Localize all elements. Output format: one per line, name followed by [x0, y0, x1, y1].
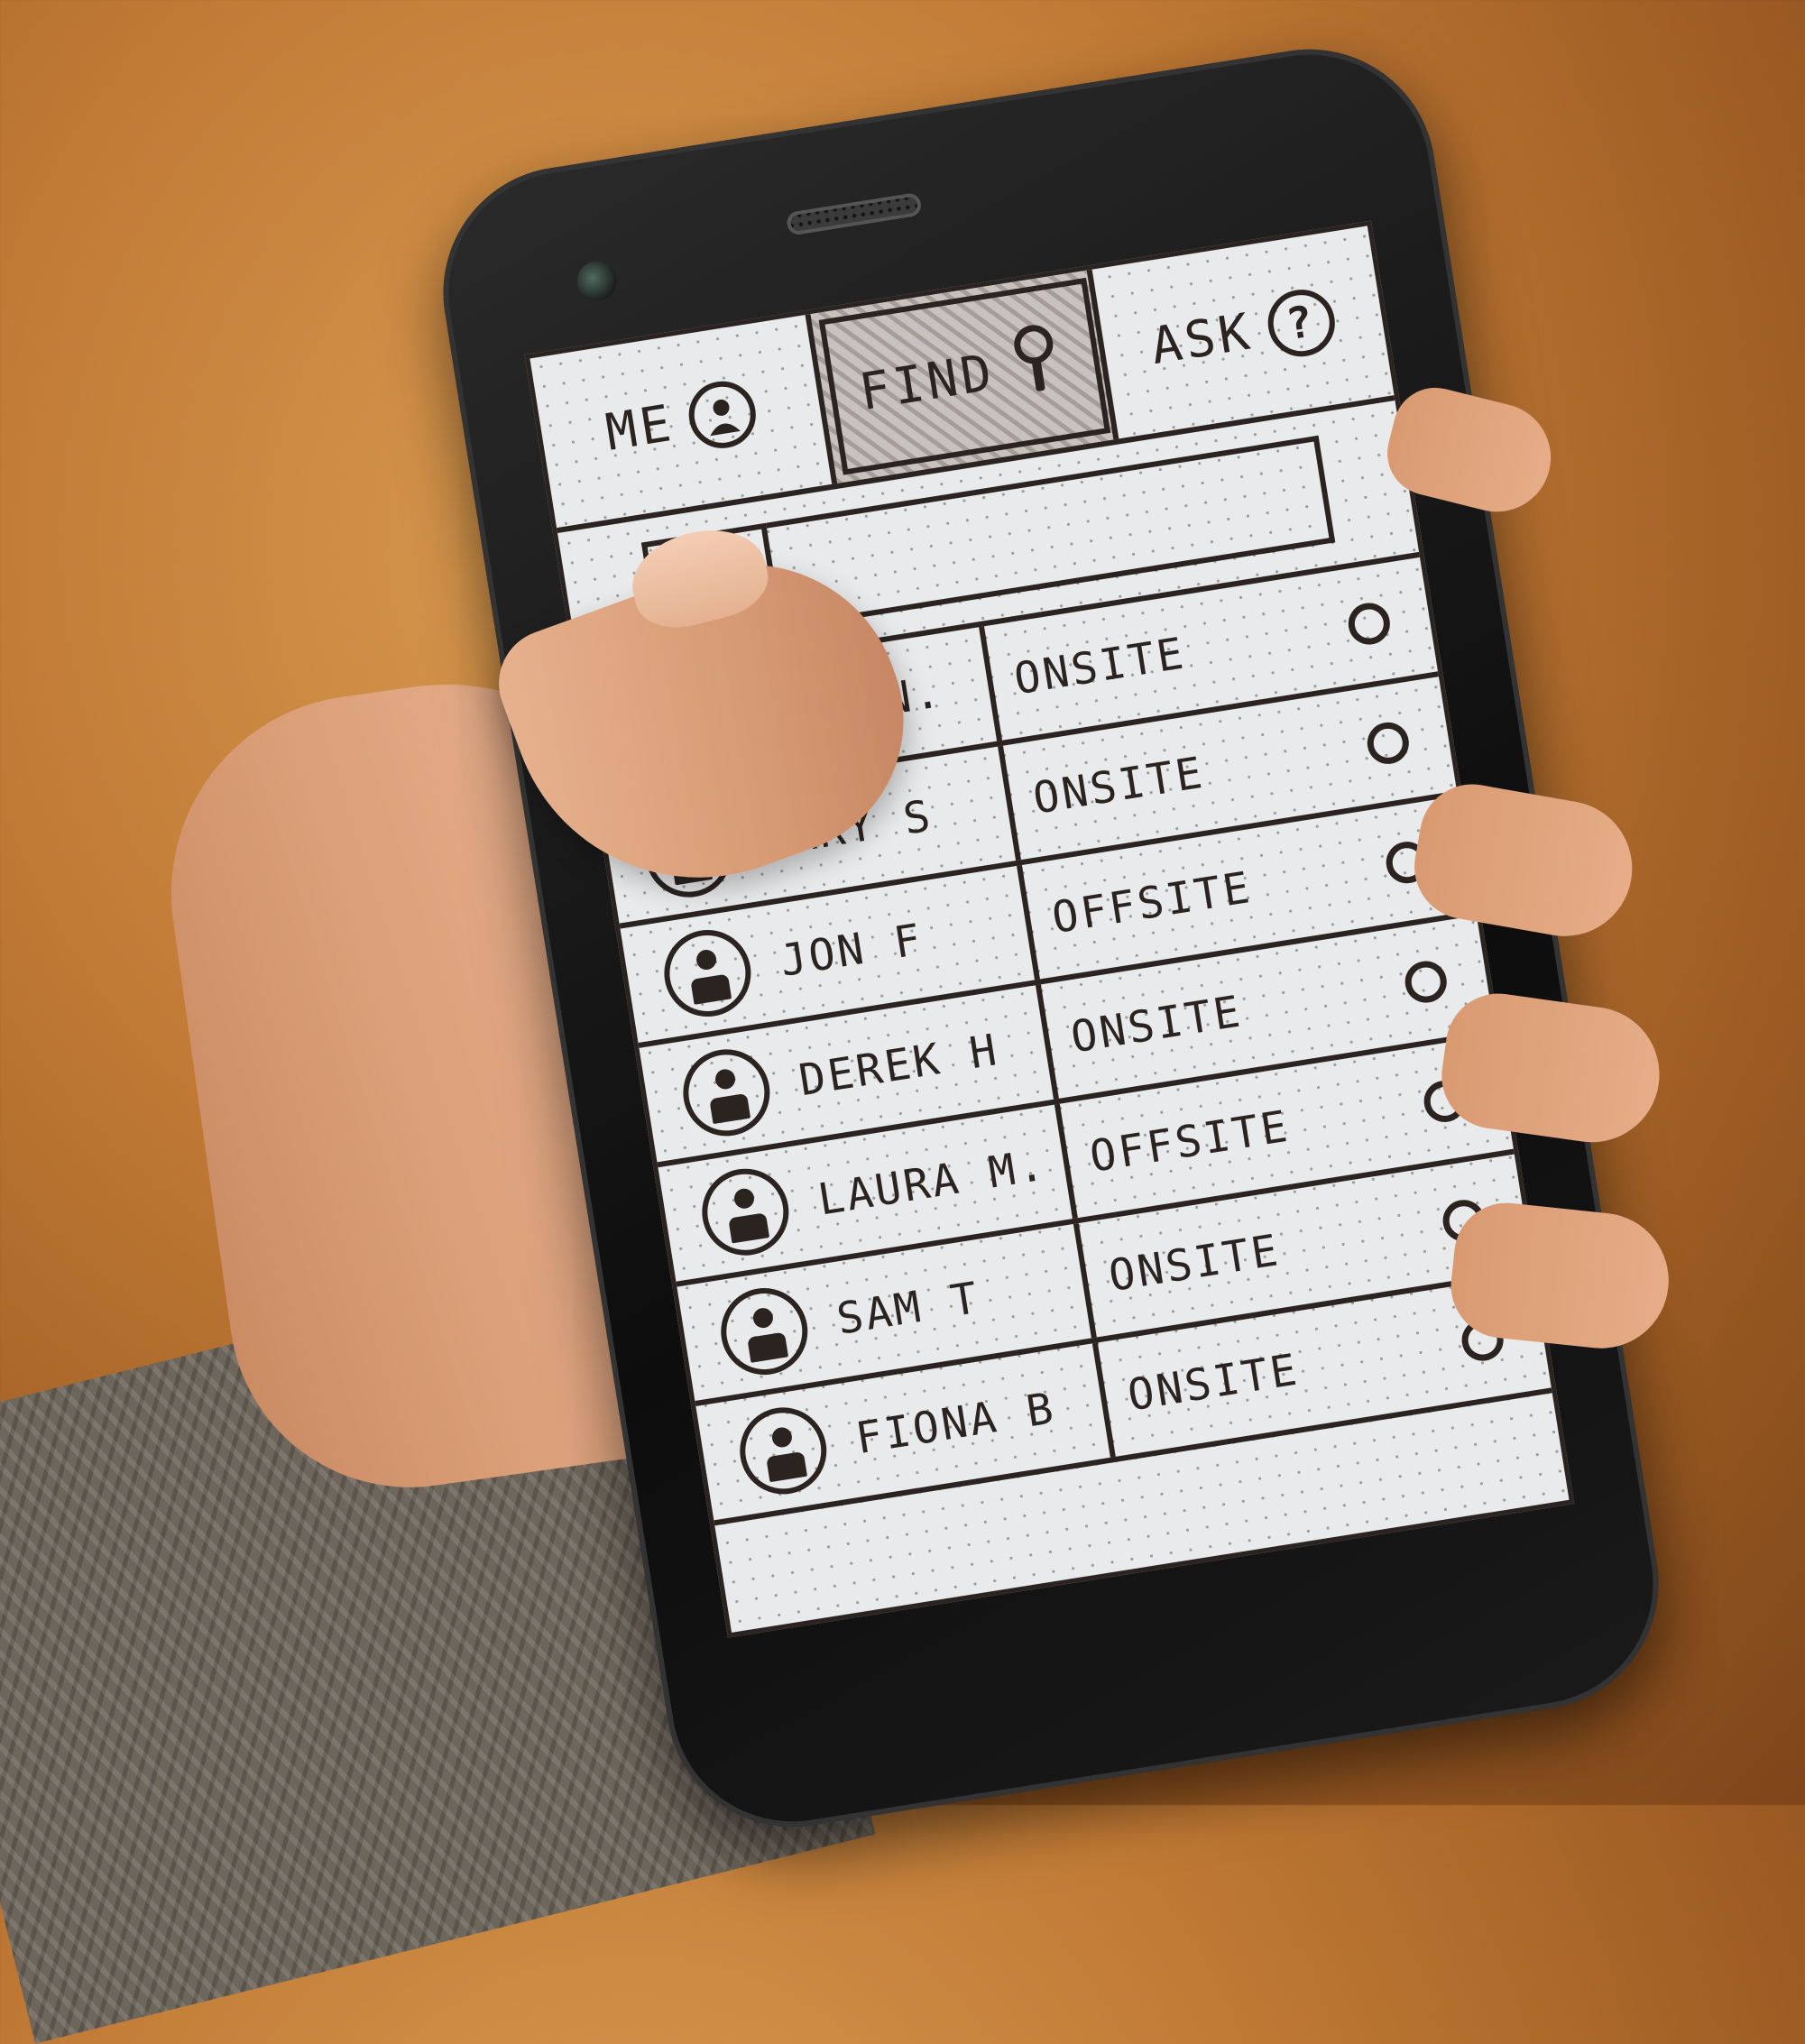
person-name: DEREK H: [795, 1024, 1003, 1107]
user-icon: [684, 376, 761, 454]
person-status: ONSITE: [1124, 1344, 1303, 1422]
magnifier-icon: [1004, 318, 1071, 410]
tab-ask-label: ASK: [1147, 301, 1257, 376]
person-status: ONSITE: [1067, 986, 1247, 1063]
front-camera: [574, 258, 621, 304]
question-icon: ?: [1263, 284, 1340, 362]
person-status: ONSITE: [1010, 628, 1190, 705]
select-radio[interactable]: [1402, 958, 1450, 1006]
select-radio[interactable]: [1364, 719, 1413, 768]
avatar: [658, 924, 758, 1023]
person-name: SAM T: [833, 1272, 984, 1345]
person-name: FIONA B: [852, 1383, 1060, 1465]
person-name: LAURA M.: [814, 1139, 1050, 1226]
avatar: [695, 1162, 796, 1262]
avatar: [677, 1043, 777, 1143]
earpiece-speaker: [785, 191, 923, 236]
person-status: OFFSITE: [1048, 861, 1256, 944]
person-status: ONSITE: [1105, 1224, 1285, 1303]
avatar: [714, 1282, 815, 1381]
tab-me-label: ME: [602, 393, 678, 463]
person-name: JON F: [777, 914, 927, 987]
select-radio[interactable]: [1345, 600, 1394, 648]
tab-find-label: FIND: [855, 342, 999, 422]
avatar: [733, 1401, 833, 1501]
finger: [1445, 1197, 1676, 1356]
person-status: OFFSITE: [1086, 1100, 1294, 1183]
person-status: ONSITE: [1029, 747, 1209, 824]
